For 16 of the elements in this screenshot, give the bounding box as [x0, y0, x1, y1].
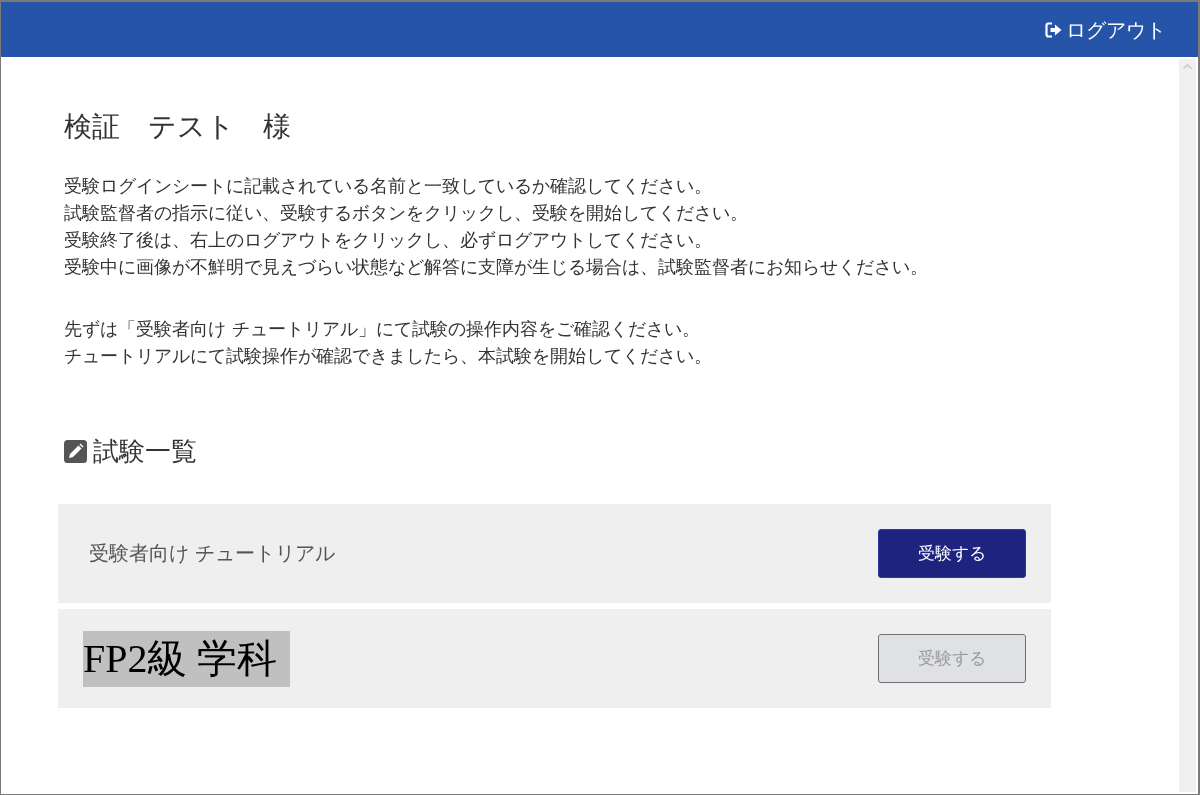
instruction-text: チュートリアルにて試験操作が確認できましたら、本試験を開始してください。	[64, 344, 713, 368]
exam-title: FP2級 学科	[83, 630, 290, 687]
instruction-text: 受験中に画像が不鮮明で見えづらい状態など解答に支障が生じる場合は、試験監督者にお知らせください。	[64, 255, 929, 279]
logout-icon	[1045, 21, 1062, 38]
instruction-text: 先ずは「受験者向け チュートリアル」にて試験の操作内容をご確認ください。	[64, 317, 701, 341]
instruction-text: 受験終了後は、右上のログアウトをクリックし、必ずログアウトしてください。	[64, 228, 713, 252]
pencil-icon	[64, 439, 87, 463]
exam-list-heading: 試験一覧	[93, 435, 197, 468]
instruction-text: 試験監督者の指示に従い、受験するボタンをクリックし、受験を開始してください。	[64, 201, 749, 225]
start-exam-button[interactable]: 受験する	[878, 529, 1026, 578]
logout-link[interactable]: ログアウト	[1045, 15, 1166, 44]
scrollbar[interactable]	[1179, 59, 1196, 792]
chevron-up-icon[interactable]	[1183, 64, 1192, 69]
exam-title: 受験者向け チュートリアル	[89, 540, 336, 567]
instruction-text: 受験ログインシートに記載されている名前と一致しているか確認してください。	[64, 174, 713, 198]
user-name-heading: 検証 テスト 様	[64, 109, 292, 145]
